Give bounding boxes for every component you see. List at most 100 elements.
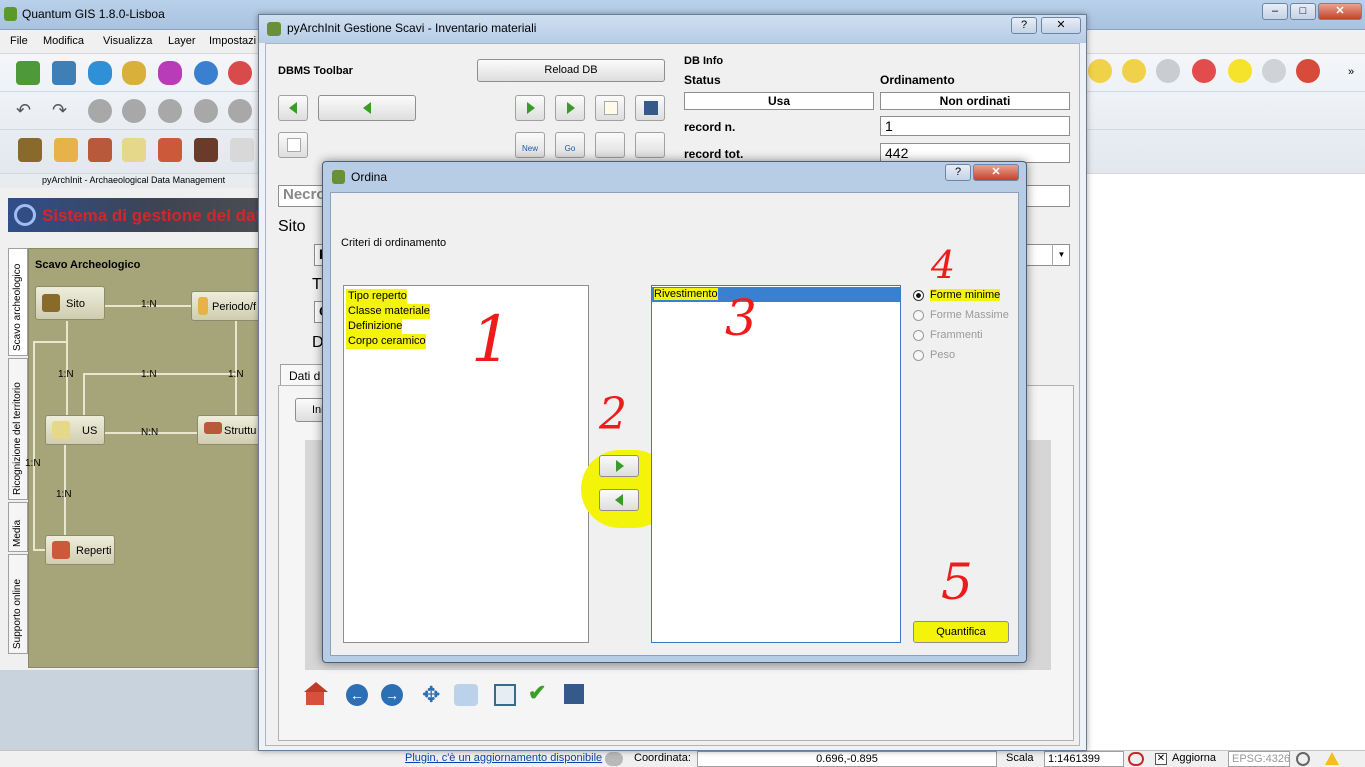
list-item[interactable]: Tipo reperto bbox=[346, 289, 407, 304]
search-record-icon[interactable] bbox=[635, 132, 665, 158]
plugin-update-link[interactable]: Plugin, c'è un aggiornamento disponibile bbox=[405, 752, 602, 764]
zoom-out-icon[interactable] bbox=[1122, 59, 1146, 83]
warning-icon[interactable] bbox=[1325, 752, 1339, 765]
node-sito[interactable]: Sito bbox=[35, 286, 105, 320]
add-field-button[interactable] bbox=[599, 455, 639, 477]
node-periodo[interactable]: Periodo/f bbox=[191, 291, 263, 321]
us-icon[interactable] bbox=[122, 138, 146, 162]
pan-icon[interactable]: ✥ bbox=[422, 682, 440, 708]
plugin-panel-label: pyArchInit - Archaeological Data Managem… bbox=[42, 175, 226, 185]
delete-part-icon[interactable] bbox=[194, 99, 218, 123]
go-button[interactable]: Go bbox=[555, 132, 585, 158]
ordina-close-button[interactable]: ✕ bbox=[973, 164, 1019, 181]
map-canvas[interactable] bbox=[1085, 174, 1365, 750]
zoom-last-icon[interactable] bbox=[1296, 59, 1320, 83]
new-record-button[interactable]: New bbox=[515, 132, 545, 158]
add-part-icon[interactable] bbox=[122, 99, 146, 123]
next-record-button[interactable] bbox=[515, 95, 545, 121]
view-all-icon[interactable] bbox=[595, 132, 625, 158]
reperti-icon[interactable] bbox=[158, 138, 182, 162]
struttura-icon[interactable] bbox=[88, 138, 112, 162]
db-info-header: DB Info bbox=[684, 55, 724, 67]
edit-icon[interactable] bbox=[595, 95, 625, 121]
list-item[interactable]: Corpo ceramico bbox=[346, 334, 426, 349]
identify-icon[interactable] bbox=[454, 684, 478, 706]
refresh-checkbox[interactable]: ✕ bbox=[1155, 753, 1167, 765]
arrow-left-icon[interactable]: ← bbox=[346, 684, 368, 706]
tab-media[interactable]: Media bbox=[8, 502, 28, 552]
tomba-icon[interactable] bbox=[194, 138, 218, 162]
add-raster-layer-icon[interactable] bbox=[52, 61, 76, 85]
menu-visualizza[interactable]: Visualizza bbox=[103, 35, 152, 47]
list-item[interactable]: Classe materiale bbox=[346, 304, 430, 319]
record-tot-field[interactable]: 442 bbox=[880, 143, 1070, 163]
tab-scavo-archeologico[interactable]: Scavo archeologico bbox=[8, 248, 28, 356]
quantifica-button[interactable]: Quantifica bbox=[913, 621, 1009, 643]
available-fields-list[interactable]: Tipo reperto Classe materiale Definizion… bbox=[343, 285, 589, 643]
pyarchinit-dock-panel: Sistema di gestione del data Scavo arche… bbox=[0, 188, 271, 670]
confirm-icon[interactable]: ✔ bbox=[528, 680, 546, 706]
prev-record-button[interactable] bbox=[318, 95, 416, 121]
plugin-settings-icon[interactable] bbox=[605, 752, 623, 766]
list-item[interactable]: Definizione bbox=[346, 319, 403, 334]
save-icon[interactable] bbox=[635, 95, 665, 121]
delete-ring-icon[interactable] bbox=[158, 99, 182, 123]
periodo-icon[interactable] bbox=[54, 138, 78, 162]
close-button[interactable]: ✕ bbox=[1318, 3, 1362, 20]
criteria-label: Criteri di ordinamento bbox=[341, 237, 447, 249]
export-icon[interactable] bbox=[564, 684, 584, 704]
line-left-top bbox=[33, 341, 67, 343]
sito-icon[interactable] bbox=[18, 138, 42, 162]
add-spatialite-layer-icon[interactable] bbox=[122, 61, 146, 85]
status-bar: Plugin, c'è un aggiornamento disponibile… bbox=[0, 750, 1365, 767]
epsg-button[interactable]: EPSG:4326 bbox=[1228, 751, 1290, 767]
selected-fields-list[interactable]: Rivestimento bbox=[651, 285, 901, 643]
periodo-icon bbox=[198, 297, 208, 315]
help-button[interactable]: ? bbox=[1011, 17, 1037, 34]
stop-render-icon[interactable] bbox=[1128, 752, 1144, 766]
scale-combo[interactable]: 1:1461399 bbox=[1044, 751, 1124, 767]
node-strutture[interactable]: Struttu bbox=[197, 415, 263, 445]
maximize-button[interactable]: □ bbox=[1290, 3, 1316, 20]
last-record-button[interactable] bbox=[555, 95, 585, 121]
add-postgis-layer-icon[interactable] bbox=[88, 61, 112, 85]
tab-ricognizione[interactable]: Ricognizione del territorio bbox=[8, 358, 28, 500]
remove-field-button[interactable] bbox=[599, 489, 639, 511]
redo-icon[interactable]: ↷ bbox=[52, 100, 67, 121]
zoom-native-icon[interactable] bbox=[1262, 59, 1286, 83]
node-us[interactable]: US bbox=[45, 415, 105, 445]
undo-icon[interactable]: ↶ bbox=[16, 100, 31, 121]
menu-file[interactable]: File bbox=[10, 35, 28, 47]
minimize-button[interactable]: – bbox=[1262, 3, 1288, 20]
zoom-to-layer-icon[interactable] bbox=[494, 684, 516, 706]
add-wfs-layer-icon[interactable] bbox=[228, 61, 252, 85]
projection-icon[interactable] bbox=[1296, 752, 1310, 766]
chevron-down-icon[interactable]: ▼ bbox=[1052, 244, 1070, 266]
pyarch-close-button[interactable]: ✕ bbox=[1041, 17, 1081, 34]
zoom-selection-icon[interactable] bbox=[1192, 59, 1216, 83]
zoom-in-icon[interactable] bbox=[1088, 59, 1112, 83]
first-record-button[interactable] bbox=[278, 95, 308, 121]
list-item[interactable]: Rivestimento bbox=[652, 287, 900, 302]
menu-modifica[interactable]: Modifica bbox=[43, 35, 84, 47]
home-icon[interactable] bbox=[302, 681, 330, 707]
node-reperti[interactable]: Reperti bbox=[45, 535, 115, 565]
add-wms-layer-icon[interactable] bbox=[194, 61, 218, 85]
sort-icon[interactable] bbox=[278, 132, 308, 158]
toolbar-overflow-icon[interactable]: » bbox=[1348, 66, 1354, 78]
add-vector-layer-icon[interactable] bbox=[16, 61, 40, 85]
record-n-field[interactable]: 1 bbox=[880, 116, 1070, 136]
reload-db-button[interactable]: Reload DB bbox=[477, 59, 665, 82]
ordina-help-button[interactable]: ? bbox=[945, 164, 971, 181]
split-features-icon[interactable] bbox=[228, 99, 252, 123]
add-ring-icon[interactable] bbox=[88, 99, 112, 123]
zoom-full-icon[interactable] bbox=[1156, 59, 1180, 83]
tab-supporto-online[interactable]: Supporto online bbox=[8, 554, 28, 654]
coordinate-value[interactable]: 0.696,-0.895 bbox=[697, 751, 997, 767]
zoom-layer-icon[interactable] bbox=[1228, 59, 1252, 83]
menu-layer[interactable]: Layer bbox=[168, 35, 196, 47]
menu-impostazioni[interactable]: Impostazi bbox=[209, 35, 256, 47]
skeleton-icon[interactable] bbox=[230, 138, 254, 162]
arrow-right-icon[interactable]: → bbox=[381, 684, 403, 706]
add-mssql-layer-icon[interactable] bbox=[158, 61, 182, 85]
